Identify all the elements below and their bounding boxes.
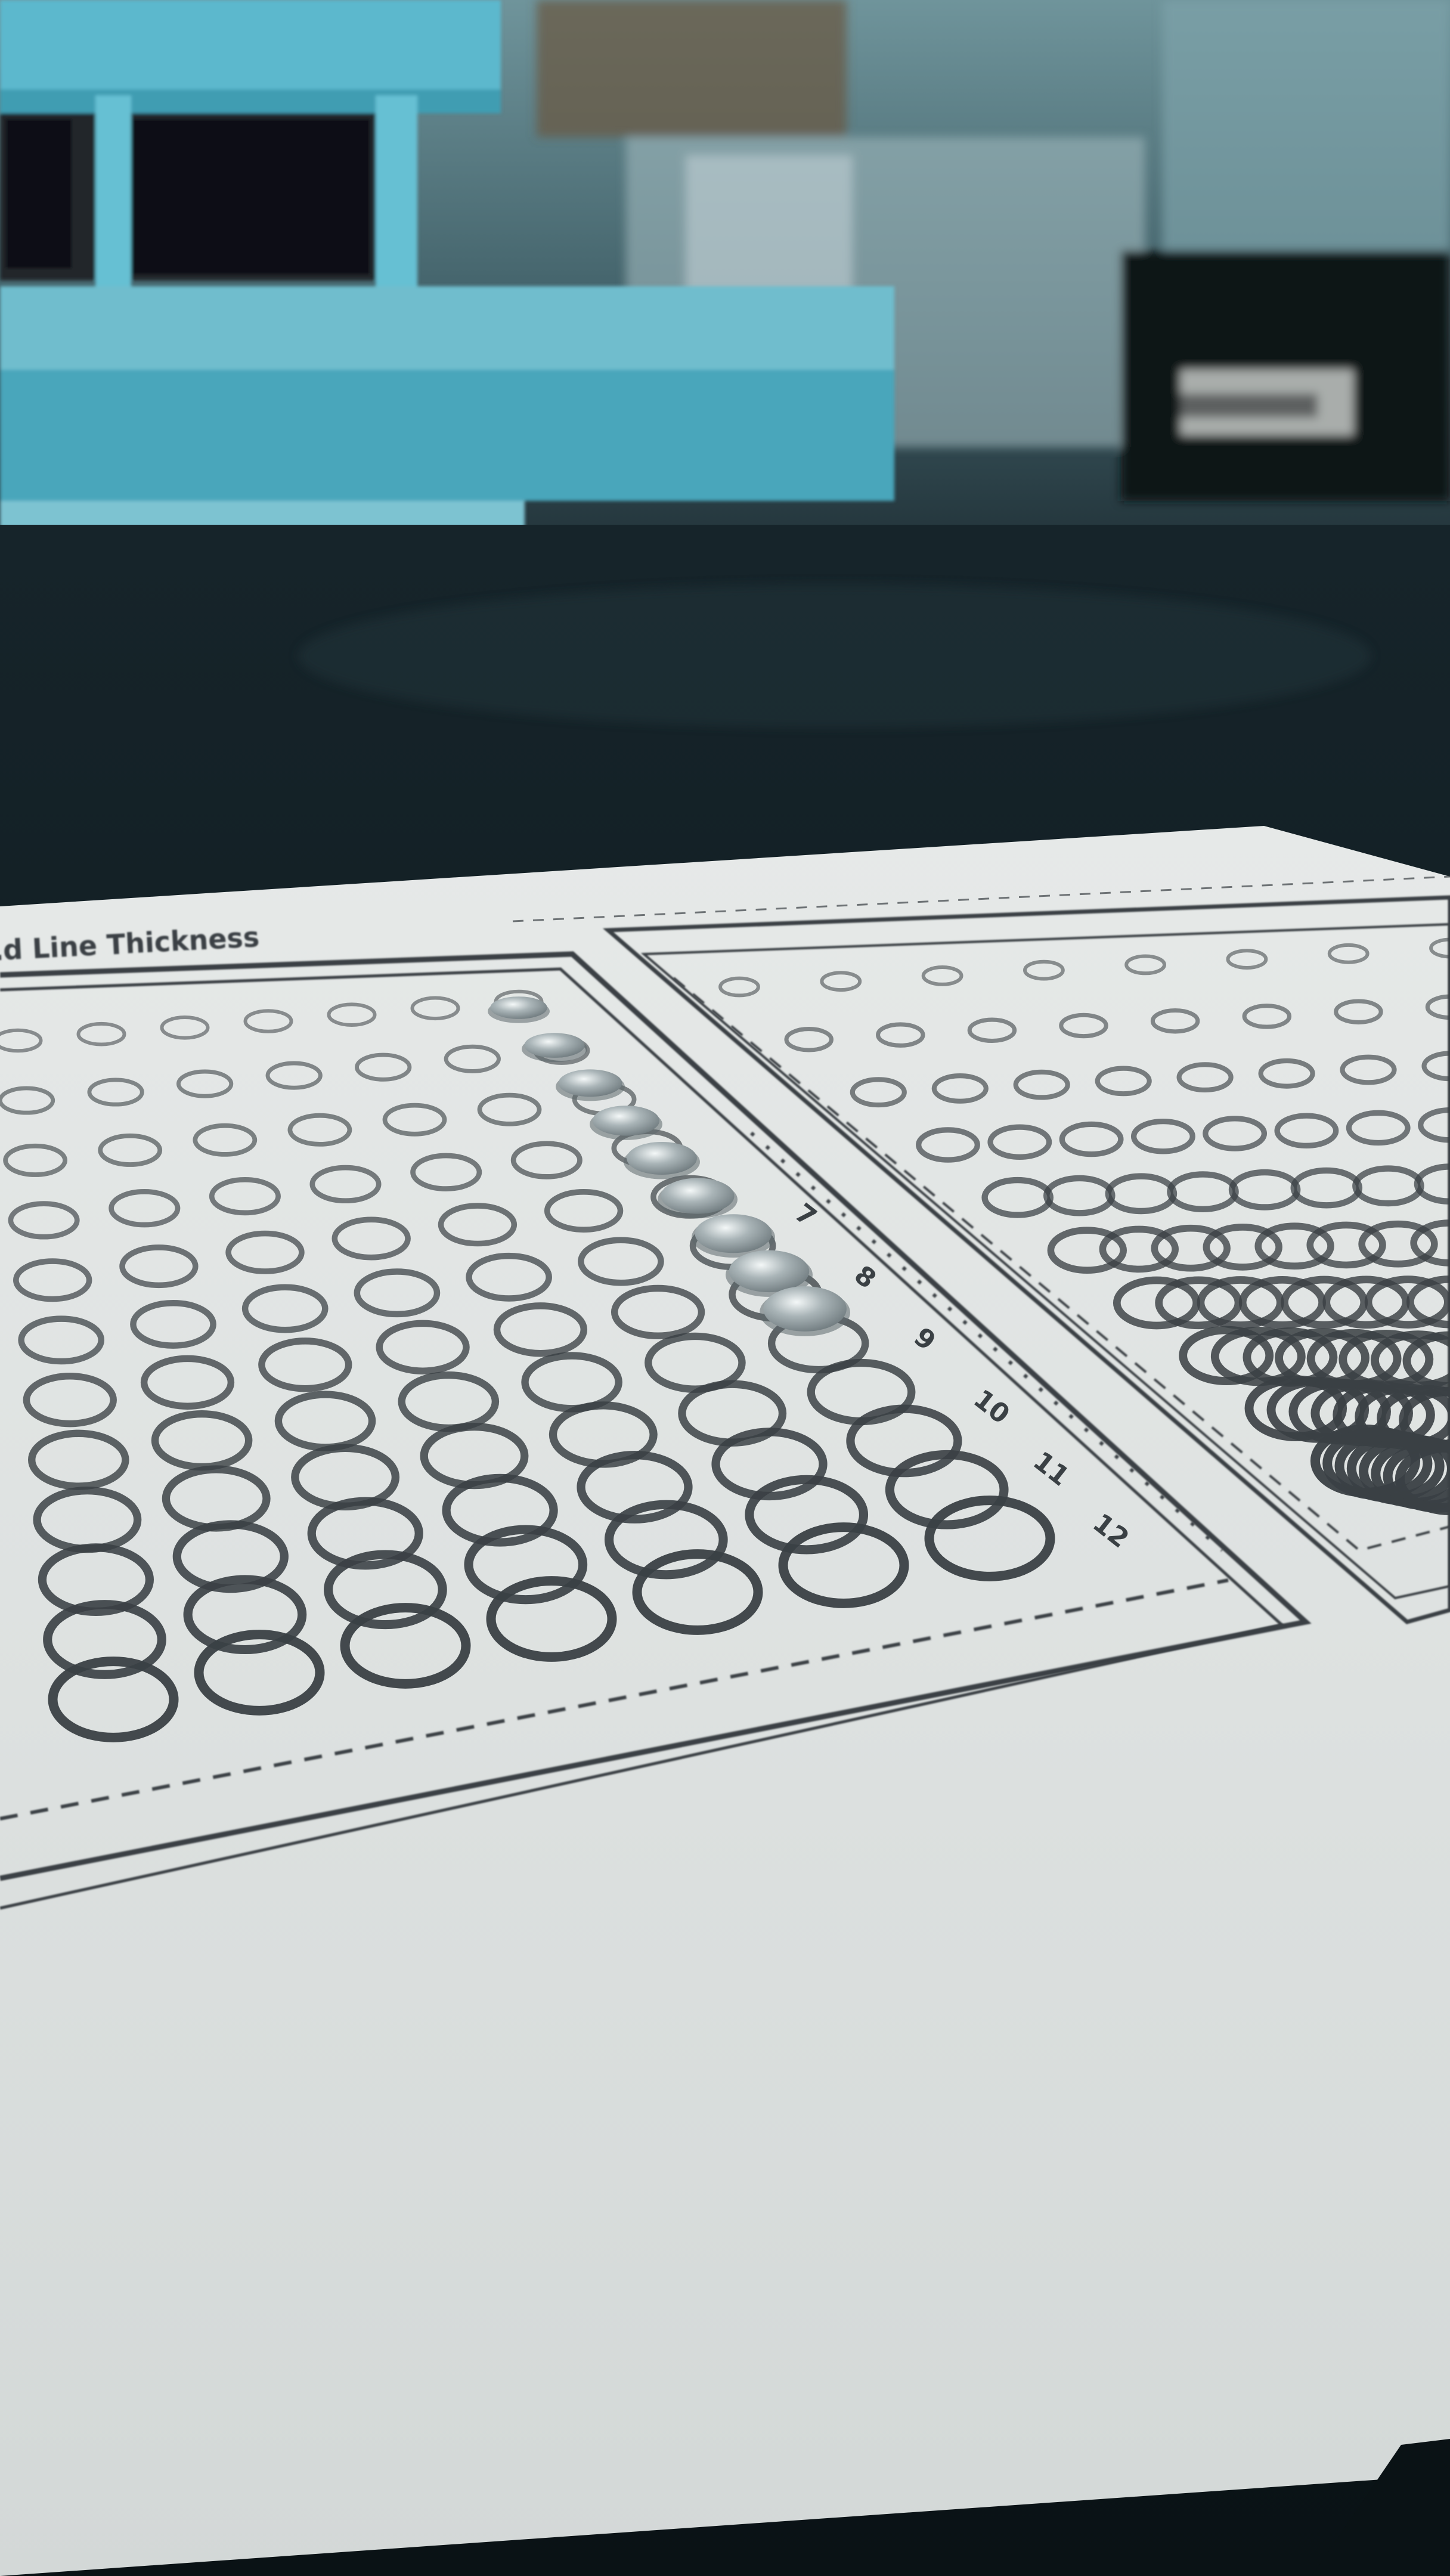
droplet [524, 1033, 585, 1058]
photo-scene: …d Line Thickness 7 8 9 10 11 12 [0, 0, 1450, 2576]
droplet [490, 996, 547, 1019]
droplet [558, 1069, 622, 1097]
droplet [763, 1286, 847, 1332]
droplet [627, 1142, 697, 1175]
droplet [592, 1106, 660, 1136]
droplet [729, 1250, 810, 1293]
droplet [695, 1214, 772, 1253]
droplet [661, 1178, 735, 1214]
lab-bench-photo: …d Line Thickness 789101112 [0, 0, 1450, 2576]
